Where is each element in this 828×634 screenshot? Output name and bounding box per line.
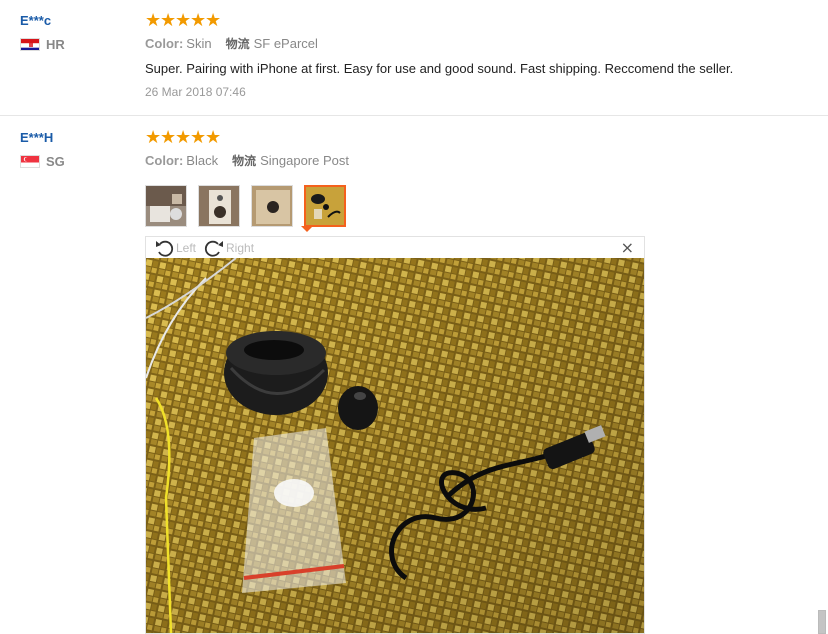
color-value: Black — [186, 153, 219, 168]
logistics-label: 物流 — [232, 154, 257, 168]
rotate-left-icon — [156, 240, 174, 257]
rotate-left-button[interactable]: Left — [154, 238, 196, 258]
flag-hr-icon — [20, 38, 40, 51]
reviewer-info: E***c HR — [20, 12, 65, 52]
star-icon: ★ — [190, 10, 207, 31]
reviewer-name: E***c — [20, 13, 52, 28]
review-photo — [146, 258, 644, 633]
review-text: Super. Pairing with iPhone at first. Eas… — [145, 61, 734, 76]
star-icon: ★ — [175, 10, 192, 31]
logistics-value: SF eParcel — [253, 36, 318, 51]
viewer-toolbar: Left Right × — [146, 237, 644, 258]
star-icon: ★ — [175, 127, 192, 148]
review-content: ★ ★ ★ ★ ★ Color: Black 物流 Singapore Post — [145, 129, 363, 227]
star-icon: ★ — [205, 127, 222, 148]
review-meta: Color: Black 物流 Singapore Post — [145, 153, 363, 169]
reviewer-info: E***H SG — [20, 129, 65, 169]
rotate-left-label: Left — [176, 240, 197, 255]
logistics-value: Singapore Post — [260, 153, 349, 168]
photo-thumbnail[interactable] — [251, 185, 293, 227]
logistics-label: 物流 — [225, 37, 250, 51]
flag-sg-icon — [20, 155, 40, 168]
star-icon: ★ — [160, 127, 177, 148]
close-icon[interactable]: × — [621, 240, 634, 256]
review-content: ★ ★ ★ ★ ★ Color: Skin 物流 SF eParcel Supe… — [145, 12, 733, 100]
active-thumbnail-pointer — [301, 226, 313, 232]
photo-thumbnail[interactable] — [198, 185, 240, 227]
star-rating: ★ ★ ★ ★ ★ — [145, 12, 733, 30]
country-code: SG — [46, 154, 65, 169]
page-scrollbar[interactable] — [818, 610, 826, 634]
star-icon: ★ — [190, 127, 207, 148]
color-label: Color: — [145, 36, 184, 51]
color-label: Color: — [145, 153, 184, 168]
photo-viewer: Left Right × — [145, 236, 645, 634]
country-code: HR — [46, 37, 65, 52]
photo-thumbnail[interactable] — [145, 185, 187, 227]
reviewer-name: E***H — [20, 130, 54, 145]
star-icon: ★ — [145, 10, 162, 31]
photo-thumbnails — [145, 185, 363, 227]
photo-thumbnail-active[interactable] — [304, 185, 346, 227]
reviewer-country: SG — [20, 154, 65, 169]
rotate-right-icon — [204, 240, 224, 257]
review-meta: Color: Skin 物流 SF eParcel — [145, 36, 733, 52]
rotate-right-button[interactable]: Right — [204, 238, 254, 258]
star-icon: ★ — [205, 10, 222, 31]
color-value: Skin — [186, 36, 212, 51]
star-rating: ★ ★ ★ ★ ★ — [145, 129, 363, 147]
review-item: E***c HR ★ ★ ★ ★ ★ Color: Skin 物流 SF ePa… — [0, 0, 828, 116]
review-date: 26 Mar 2018 07:46 — [145, 85, 246, 99]
reviewer-country: HR — [20, 37, 65, 52]
rotate-right-label: Right — [226, 240, 255, 255]
star-icon: ★ — [160, 10, 177, 31]
star-icon: ★ — [145, 127, 162, 148]
